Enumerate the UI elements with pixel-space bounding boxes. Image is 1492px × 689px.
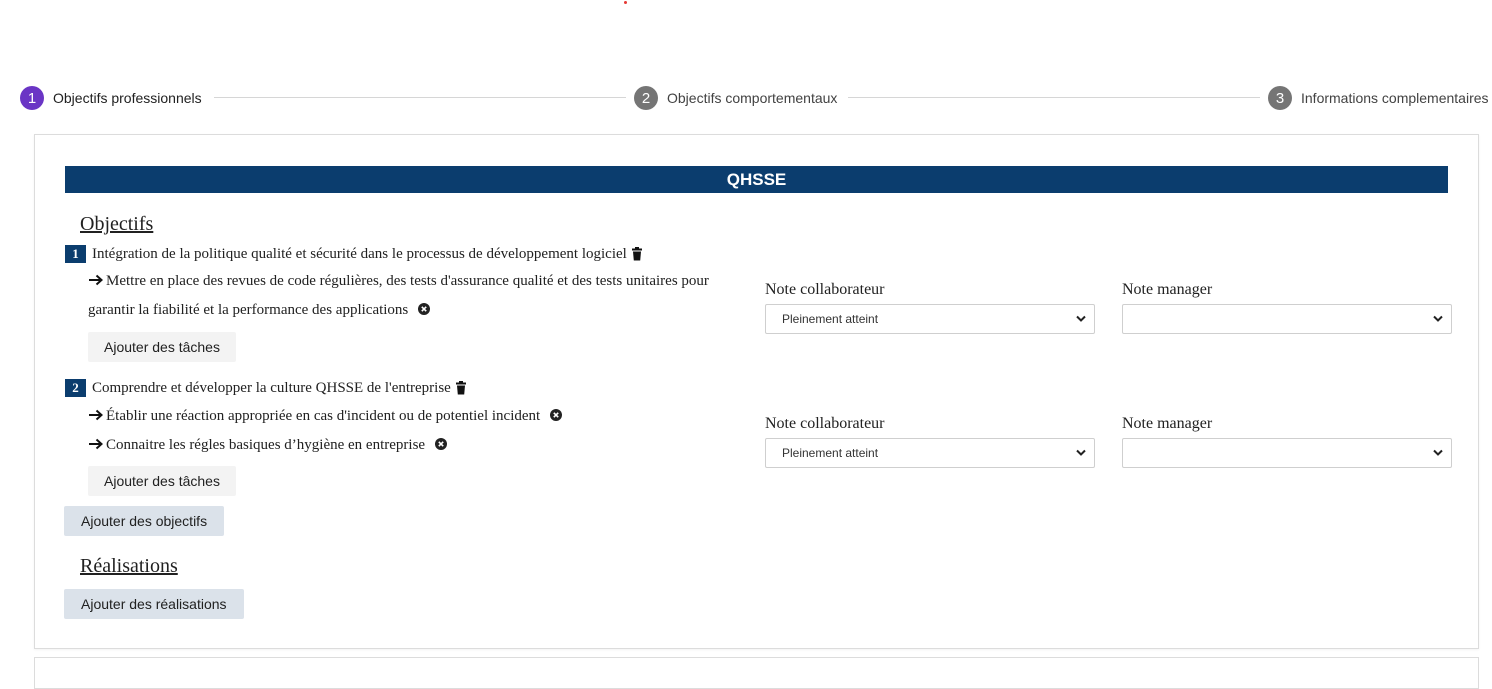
task-text: Établir une réaction appropriée en cas d…: [106, 408, 541, 424]
manager-rating-select[interactable]: [1122, 438, 1452, 468]
step-objectifs-professionnels[interactable]: 1 Objectifs professionnels: [20, 86, 202, 110]
status-dot: [624, 1, 627, 4]
qhsse-card: QHSSE Objectifs 1 Intégration de la poli…: [34, 134, 1479, 649]
collaborator-rating-label: Note collaborateur: [765, 281, 885, 298]
objectives-heading: Objectifs: [80, 213, 154, 235]
step-number: 3: [1268, 86, 1292, 110]
task-item: Établir une réaction appropriée en cas d…: [88, 402, 563, 431]
trash-icon[interactable]: [631, 247, 643, 261]
manager-rating-label: Note manager: [1122, 415, 1213, 432]
collaborator-rating-label: Note collaborateur: [765, 415, 885, 432]
step-informations-complementaires[interactable]: 3 Informations complementaires: [1268, 86, 1489, 110]
select-value: Pleinement atteint: [782, 446, 879, 460]
step-number: 2: [634, 86, 658, 110]
collaborator-rating-select[interactable]: Pleinement atteint: [765, 438, 1095, 468]
chevron-down-icon: [1433, 449, 1443, 456]
arrow-right-icon: [89, 438, 103, 450]
step-number: 1: [20, 86, 44, 110]
objective-number-badge: 1: [65, 245, 86, 263]
objective-title: Intégration de la politique qualité et s…: [92, 245, 627, 262]
objective-title-row: 1 Intégration de la politique qualité et…: [65, 245, 643, 263]
chevron-down-icon: [1433, 315, 1443, 322]
task-item: Connaitre les régles basiques d’hygiène …: [88, 431, 448, 460]
next-card: [34, 657, 1479, 689]
section-title: QHSSE: [65, 166, 1448, 193]
arrow-right-icon: [89, 409, 103, 421]
step-label: Informations complementaires: [1301, 90, 1489, 106]
objective-title: Comprendre et développer la culture QHSS…: [92, 379, 451, 396]
objective-title-row: 2 Comprendre et développer la culture QH…: [65, 379, 467, 397]
collaborator-rating-select[interactable]: Pleinement atteint: [765, 304, 1095, 334]
objective-number-badge: 2: [65, 379, 86, 397]
trash-icon[interactable]: [455, 381, 467, 395]
close-circle-icon[interactable]: [550, 409, 563, 421]
manager-rating-select[interactable]: [1122, 304, 1452, 334]
manager-rating-label: Note manager: [1122, 281, 1213, 298]
task-text: Connaitre les régles basiques d’hygiène …: [106, 437, 426, 453]
arrow-right-icon: [89, 274, 103, 286]
add-objectives-button[interactable]: Ajouter des objectifs: [64, 506, 225, 536]
close-circle-icon[interactable]: [418, 303, 431, 315]
task-item: Mettre en place des revues de code régul…: [88, 267, 728, 325]
select-value: Pleinement atteint: [782, 312, 879, 326]
chevron-down-icon: [1076, 449, 1086, 456]
chevron-down-icon: [1076, 315, 1086, 322]
close-circle-icon[interactable]: [435, 438, 448, 450]
stepper: 1 Objectifs professionnels 2 Objectifs c…: [20, 86, 1492, 110]
add-tasks-button[interactable]: Ajouter des tâches: [88, 332, 236, 362]
step-label: Objectifs comportementaux: [667, 90, 838, 106]
step-connector: [848, 97, 1260, 98]
task-text: Mettre en place des revues de code régul…: [88, 273, 709, 318]
add-tasks-button[interactable]: Ajouter des tâches: [88, 466, 236, 496]
achievements-heading: Réalisations: [80, 555, 178, 577]
step-label: Objectifs professionnels: [53, 90, 202, 106]
step-connector: [214, 97, 626, 98]
add-achievements-button[interactable]: Ajouter des réalisations: [64, 589, 244, 619]
step-objectifs-comportementaux[interactable]: 2 Objectifs comportementaux: [634, 86, 837, 110]
